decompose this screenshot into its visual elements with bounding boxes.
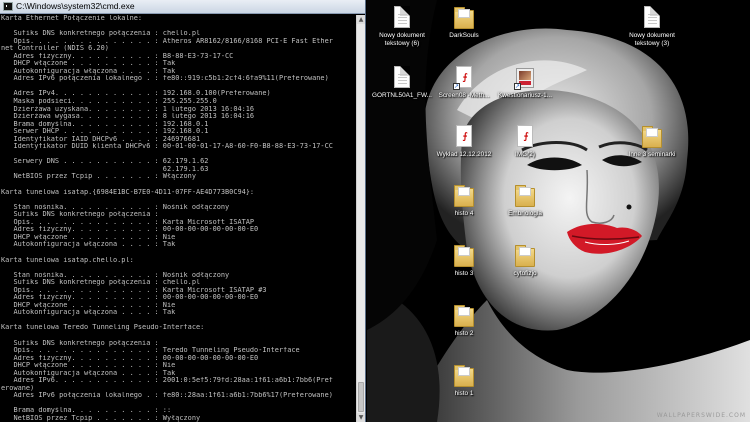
console-line: Maska podsieci. . . . . . . . . . : 255.… [1, 98, 217, 106]
pdf-file-icon: ⨍ [456, 125, 472, 147]
vertical-scrollbar[interactable]: ▲ ▼ [356, 15, 365, 422]
shortcut-arrow-icon: ↗ [514, 83, 521, 90]
console-line: Adres fizyczny. . . . . . . . . . : 00-0… [1, 294, 259, 302]
desktop-icon-inne-3-seminarki[interactable]: Inne 3 seminarki [618, 125, 686, 159]
folder-icon [454, 305, 474, 327]
console-line: Karta tunelowa Teredo Tunneling Pseudo-I… [1, 324, 205, 332]
cmd-window-title: C:\Windows\system32\cmd.exe [16, 1, 135, 11]
console-line: 62.179.1.63 [1, 165, 209, 173]
console-line: Identyfikator DUID klienta DHCPv6 : 00-0… [1, 143, 333, 151]
console-line: Adres IPv6 połączenia lokalnego . : fe80… [1, 392, 333, 400]
console-line: Opis. . . . . . . . . . . . . . . : Kart… [1, 286, 267, 294]
desktop-icon-histo-1[interactable]: histo 1 [430, 364, 498, 398]
console-line: Opis. . . . . . . . . . . . . . . : Athe… [1, 37, 333, 45]
desktop-icon-kwestionariusz[interactable]: ↗ Kwestionariusz-1... [491, 66, 559, 100]
scroll-up-arrow-icon[interactable]: ▲ [357, 15, 365, 24]
console-line: Sufiks DNS konkretnego połączenia : chel… [1, 279, 201, 287]
folder-icon [454, 7, 474, 29]
console-line: Stan nośnika. . . . . . . . . . . : Nośn… [1, 271, 230, 279]
desktop-icon-darksouls[interactable]: DarkSouls [430, 6, 498, 40]
desktop-icon-gortnl[interactable]: GORTNL50A1_FW... [368, 66, 436, 100]
console-line: net Controller (NDIS 6.20) [1, 45, 109, 53]
console-line: DHCP włączone . . . . . . . . . . : Nie [1, 301, 176, 309]
console-line: DHCP włączone . . . . . . . . . . : Tak [1, 60, 176, 68]
console-line: DHCP włączone . . . . . . . . . . : Nie [1, 233, 176, 241]
console-line: Adres fizyczny. . . . . . . . . . : 00-0… [1, 354, 259, 362]
text-document-icon [644, 6, 660, 28]
console-line: Adres fizyczny. . . . . . . . . . : 00-0… [1, 226, 259, 234]
console-line: Adres fizyczny. . . . . . . . . . : B8-8… [1, 52, 234, 60]
desktop-icon-nowy-dokument-6[interactable]: Nowy dokument tekstowy (6) [368, 6, 436, 48]
folder-icon [642, 126, 662, 148]
console-line: Serwery DNS . . . . . . . . . . . : 62.1… [1, 158, 209, 166]
desktop-icon-wyklad[interactable]: ⨍ Wykład 12.12.2012 [430, 125, 498, 159]
console-line: Autokonfiguracja włączona . . . . : Tak [1, 369, 176, 377]
console-line: Adres IPv4. . . . . . . . . . . . : 192.… [1, 90, 271, 98]
console-line: Stan nośnika. . . . . . . . . . . : Nośn… [1, 203, 230, 211]
cmd-titlebar[interactable]: C:\Windows\system32\cmd.exe [0, 0, 365, 14]
desktop-icon-embriologia[interactable]: Embriologia [491, 184, 559, 218]
console-line: Adres IPv6. . . . . . . . . . . . : 2001… [1, 377, 333, 385]
console-line: Serwer DHCP . . . . . . . . . . . : 192.… [1, 128, 209, 136]
desktop-icon-nowy-dokument-3[interactable]: Nowy dokument tekstowy (3) [618, 6, 686, 48]
folder-icon [454, 185, 474, 207]
console-line: Brama domyślna. . . . . . . . . . : 192.… [1, 120, 209, 128]
desktop-icon-cytofizjo[interactable]: cytofizjo [491, 244, 559, 278]
desktop-icon-screen08[interactable]: ⨍ ↗ Screen08 -Meth... [430, 66, 498, 100]
text-document-icon [394, 6, 410, 28]
console-line: Opis. . . . . . . . . . . . . . . : Kart… [1, 218, 255, 226]
console-line: Autokonfiguracja włączona . . . . : Tak [1, 241, 176, 249]
folder-icon [515, 185, 535, 207]
console-line: NetBIOS przez Tcpip . . . . . . . : Włąc… [1, 173, 196, 181]
desktop-icon-histo-4[interactable]: histo 4 [430, 184, 498, 218]
console-line: Autokonfiguracja włączona . . . . : Tak [1, 67, 176, 75]
folder-icon [454, 245, 474, 267]
cmd-icon [3, 2, 13, 11]
scrollbar-thumb[interactable] [358, 382, 364, 412]
desktop-icon-img2[interactable]: ⨍ IMG(2) [491, 125, 559, 159]
console-line: Sufiks DNS konkretnego połączenia : [1, 211, 159, 219]
desktop-icon-histo-3[interactable]: histo 3 [430, 244, 498, 278]
console-line: DHCP włączone . . . . . . . . . . : Nie [1, 362, 176, 370]
console-line: Autokonfiguracja włączona . . . . : Tak [1, 309, 176, 317]
wallpaper-watermark: WALLPAPERSWIDE.COM [656, 412, 746, 419]
folder-icon [515, 245, 535, 267]
console-line: Karta tunelowa isatap.chello.pl: [1, 256, 134, 264]
console-line: Brama domyślna. . . . . . . . . . : :: [1, 407, 172, 415]
console-line: Dzierżawa uzyskana. . . . . . . . : 1 lu… [1, 105, 255, 113]
desktop[interactable]: Nowy dokument tekstowy (6) DarkSouls Now… [367, 0, 750, 422]
console-line: erowane) [1, 384, 35, 392]
console-line: Identyfikator IAID DHCPv6 . . . . : 2469… [1, 135, 201, 143]
console-line: Opis. . . . . . . . . . . . . . . : Tere… [1, 347, 300, 355]
folder-icon [454, 365, 474, 387]
console-line: Sufiks DNS konkretnego połączenia : chel… [1, 30, 201, 38]
console-line: NetBIOS przez Tcpip . . . . . . . : Wyłą… [1, 414, 201, 422]
shortcut-arrow-icon: ↗ [453, 83, 460, 90]
pdf-file-icon: ⨍ [517, 125, 533, 147]
console-line: Karta tunelowa isatap.{6984E1BC-B7E0-4D1… [1, 188, 255, 196]
console-line: Sufiks DNS konkretnego połączenia : [1, 339, 159, 347]
text-document-icon [394, 66, 410, 88]
console-line: Karta Ethernet Połączenie lokalne: [1, 15, 143, 22]
console-output[interactable]: Karta Ethernet Połączenie lokalne: Sufik… [1, 15, 355, 422]
cmd-window[interactable]: C:\Windows\system32\cmd.exe Karta Ethern… [0, 0, 366, 422]
console-line: Dzierżawa wygasa. . . . . . . . . : 8 lu… [1, 113, 255, 121]
console-line: Adres IPv6 połączenia lokalnego . : fe80… [1, 75, 329, 83]
scroll-down-arrow-icon[interactable]: ▼ [357, 413, 365, 422]
desktop-icon-histo-2[interactable]: histo 2 [430, 304, 498, 338]
